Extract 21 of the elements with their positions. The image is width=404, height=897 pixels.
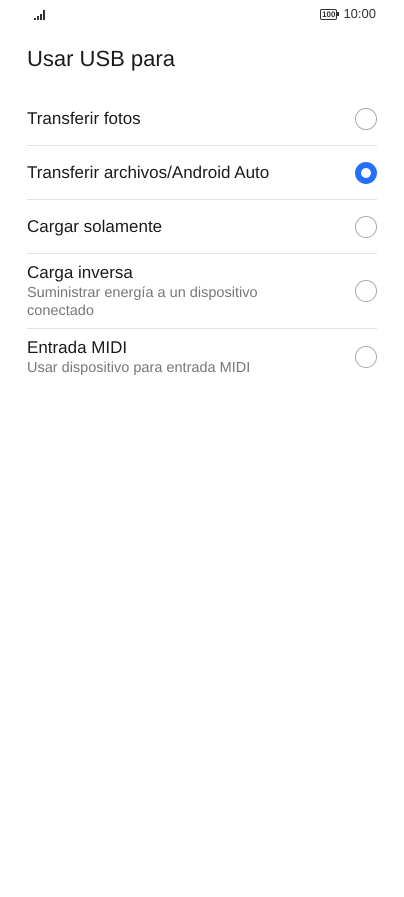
page-title: Usar USB para — [27, 45, 176, 73]
option-row[interactable]: Entrada MIDI Usar dispositivo para entrada MIDI — [27, 329, 377, 385]
option-row[interactable]: Cargar solamente — [27, 200, 377, 254]
radio-button[interactable] — [355, 162, 377, 184]
option-label: Transferir fotos — [27, 108, 142, 130]
option-label: Entrada MIDI — [27, 337, 128, 359]
option-label: Transferir archivos/Android Auto — [27, 162, 270, 184]
option-row[interactable]: Transferir archivos/Android Auto — [27, 146, 377, 200]
signal-icon — [34, 8, 47, 20]
option-row[interactable]: Carga inversa Suministrar energía a un dispositivo conectado — [27, 254, 377, 329]
option-description: Usar dispositivo para entrada MIDI — [27, 359, 252, 377]
option-label: Carga inversa — [27, 262, 134, 284]
option-label: Cargar solamente — [27, 216, 164, 238]
radio-button[interactable] — [355, 108, 377, 130]
radio-button[interactable] — [355, 216, 377, 238]
radio-button[interactable] — [355, 346, 377, 368]
option-row[interactable]: Transferir fotos — [27, 92, 377, 146]
radio-button[interactable] — [355, 280, 377, 302]
status-time: 10:00 — [343, 5, 376, 24]
battery-icon: 100 — [320, 8, 340, 20]
option-description: Suministrar energía a un dispositivo conectado — [27, 284, 259, 320]
